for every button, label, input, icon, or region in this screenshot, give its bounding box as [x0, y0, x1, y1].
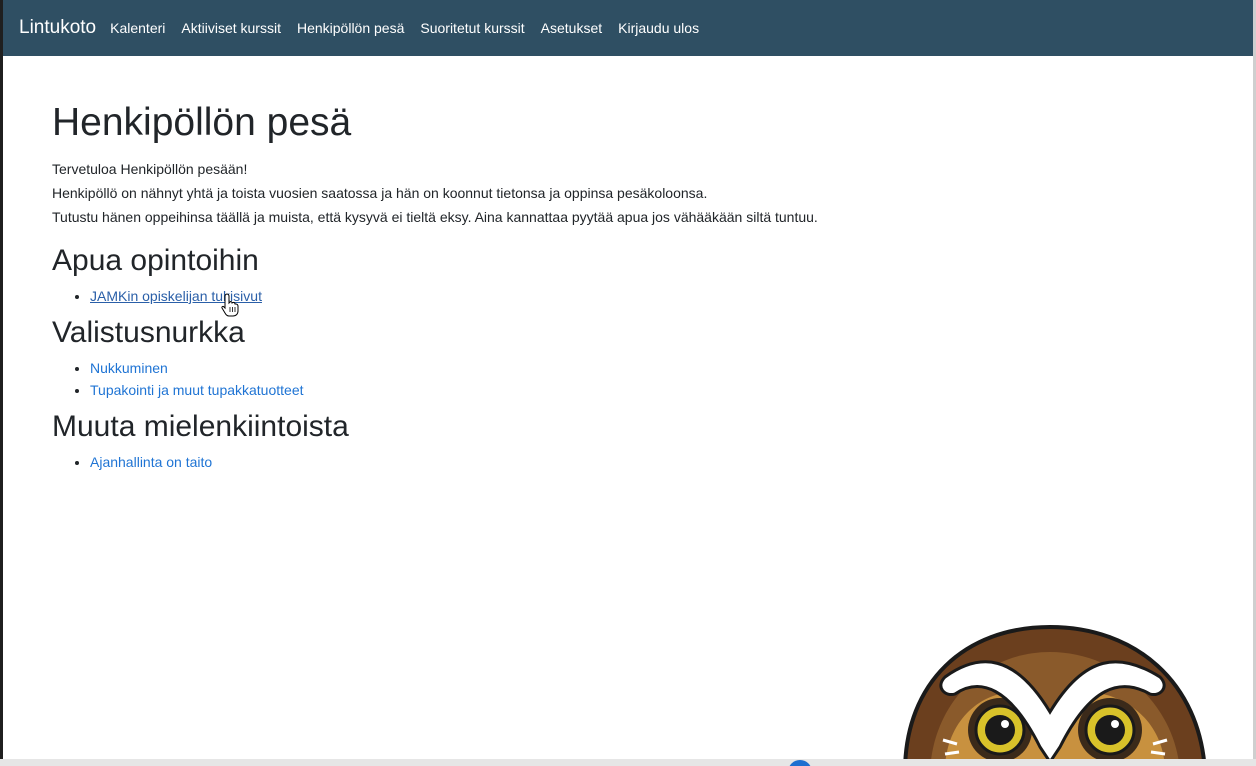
section-heading-study-help: Apua opintoihin — [52, 243, 259, 277]
nav-link-owl-nest[interactable]: Henkipöllön pesä — [297, 20, 404, 36]
top-navbar: Lintukoto Kalenteri Aktiiviset kurssit H… — [3, 0, 1253, 56]
intro-line-3: Tutustu hänen oppeihinsa täällä ja muist… — [52, 208, 818, 225]
list-item: Ajanhallinta on taito — [90, 451, 1152, 473]
intro-line-2: Henkipöllö on nähnyt yhtä ja toista vuos… — [52, 184, 708, 201]
link-sleeping[interactable]: Nukkuminen — [90, 360, 168, 376]
awareness-list: Nukkuminen Tupakointi ja muut tupakkatuo… — [52, 357, 1152, 401]
section-heading-awareness: Valistusnurkka — [52, 315, 245, 349]
owl-mascot-icon — [903, 624, 1207, 766]
intro-text: Tervetuloa Henkipöllön pesään! Henkipöll… — [52, 157, 1152, 229]
nav-link-kalenteri[interactable]: Kalenteri — [110, 20, 165, 36]
nav-link-logout[interactable]: Kirjaudu ulos — [618, 20, 699, 36]
list-item: JAMKin opiskelijan tukisivut — [90, 285, 1152, 307]
nav-link-settings[interactable]: Asetukset — [541, 20, 602, 36]
browser-viewport: Lintukoto Kalenteri Aktiiviset kurssit H… — [0, 0, 1256, 766]
intro-line-1: Tervetuloa Henkipöllön pesään! — [52, 160, 248, 177]
study-help-list: JAMKin opiskelijan tukisivut — [52, 285, 1152, 307]
brand-link[interactable]: Lintukoto — [19, 17, 96, 39]
link-smoking[interactable]: Tupakointi ja muut tupakkatuotteet — [90, 382, 304, 398]
main-content: Henkipöllön pesä Tervetuloa Henkipöllön … — [52, 100, 1152, 473]
nav-link-active-courses[interactable]: Aktiiviset kurssit — [181, 20, 281, 36]
hand-pointer-cursor-icon — [221, 293, 239, 317]
list-item: Nukkuminen — [90, 357, 1152, 379]
link-time-management[interactable]: Ajanhallinta on taito — [90, 454, 212, 470]
bottom-toolbar-strip — [0, 759, 1256, 766]
list-item: Tupakointi ja muut tupakkatuotteet — [90, 379, 1152, 401]
nav-link-completed-courses[interactable]: Suoritetut kurssit — [420, 20, 524, 36]
page-title: Henkipöllön pesä — [52, 101, 352, 144]
window-frame-left — [0, 0, 3, 766]
section-heading-other-interesting: Muuta mielenkiintoista — [52, 409, 349, 443]
other-interesting-list: Ajanhallinta on taito — [52, 451, 1152, 473]
